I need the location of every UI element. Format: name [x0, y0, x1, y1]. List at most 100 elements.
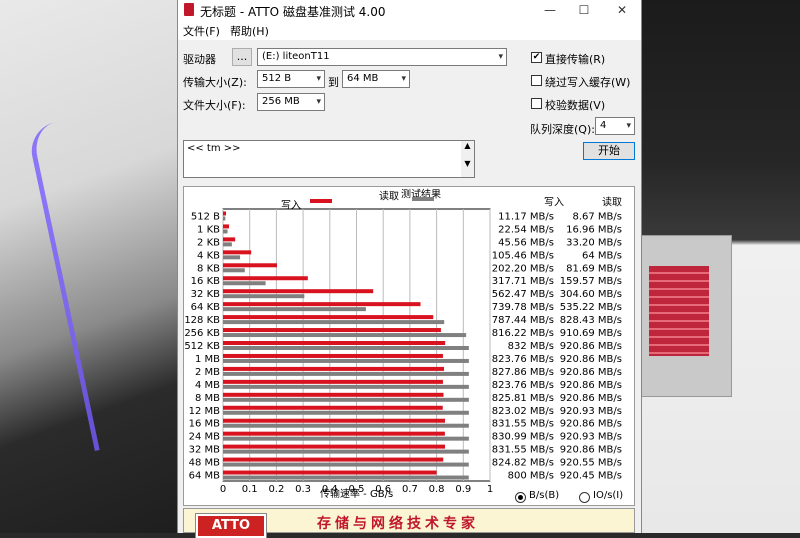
chevron-down-icon: ▾: [401, 74, 406, 84]
start-button[interactable]: 开始: [583, 142, 635, 160]
read-value-label: 920.45 MB/s: [560, 471, 622, 482]
read-value-label: 64 MB/s: [582, 250, 622, 261]
column-header-read: 读取: [602, 195, 622, 208]
unit-io-radio[interactable]: [579, 492, 590, 503]
transfer-to-value: 64 MB: [347, 73, 379, 84]
x-tick-label: 0.7: [402, 484, 418, 495]
write-bar: [223, 457, 444, 462]
category-label: 512 KB: [184, 341, 220, 352]
maximize-icon[interactable]: ☐: [569, 2, 599, 18]
category-label: 24 MB: [189, 432, 221, 443]
atto-slogan: 存储与网络技术专家: [317, 516, 479, 532]
queue-depth-label: 队列深度(Q):: [530, 123, 595, 136]
write-bar: [223, 405, 443, 410]
write-value-label: 800 MB/s: [508, 471, 554, 482]
drive-label: 驱动器: [183, 53, 216, 66]
read-bar: [223, 255, 241, 260]
read-bar: [223, 397, 469, 402]
app-icon: [184, 3, 194, 16]
notes-scrollbar[interactable]: ▲ ▼: [461, 141, 474, 177]
category-label: 64 MB: [189, 471, 221, 482]
close-icon[interactable]: ✕: [607, 2, 637, 18]
unit-bs-radio[interactable]: [515, 492, 526, 503]
transfer-to-select[interactable]: 64 MB ▾: [342, 70, 410, 88]
write-bar: [223, 211, 226, 216]
read-value-label: 33.20 MB/s: [566, 237, 622, 248]
menu-file[interactable]: 文件(F): [183, 23, 220, 39]
read-bar: [223, 371, 469, 376]
direct-io-checkbox[interactable]: ✔: [531, 52, 542, 63]
verify-label: 校验数据(V): [545, 99, 606, 112]
category-label: 256 KB: [184, 328, 220, 339]
menu-bar: 文件(F) 帮助(H): [178, 20, 641, 40]
read-bar: [223, 333, 467, 338]
write-bar: [223, 237, 236, 242]
read-bar: [223, 216, 226, 221]
read-value-label: 920.55 MB/s: [560, 458, 622, 469]
chevron-down-icon: ▾: [498, 52, 503, 62]
read-bar: [223, 281, 266, 286]
notes-textarea[interactable]: << tm >> ▲ ▼: [183, 140, 475, 178]
minimize-icon[interactable]: —: [535, 2, 565, 18]
write-bar: [223, 366, 445, 371]
drive-select[interactable]: (E:) liteonT11 ▾: [257, 48, 507, 66]
write-bar: [223, 431, 445, 436]
write-value-label: 825.81 MB/s: [492, 393, 554, 404]
chevron-down-icon: ▾: [316, 97, 321, 107]
write-value-label: 45.56 MB/s: [498, 237, 554, 248]
queue-depth-select[interactable]: 4 ▾: [595, 117, 635, 135]
category-label: 512 B: [191, 211, 220, 222]
read-value-label: 920.86 MB/s: [560, 393, 622, 404]
write-bar: [223, 263, 277, 268]
unit-io-label: IO/s(I): [593, 490, 624, 501]
write-value-label: 830.99 MB/s: [492, 432, 554, 443]
read-value-label: 920.93 MB/s: [560, 432, 622, 443]
unit-bs-label: B/s(B): [529, 490, 560, 501]
drive-browse-button[interactable]: ...: [232, 48, 252, 66]
read-value-label: 920.86 MB/s: [560, 354, 622, 365]
read-bar: [223, 462, 469, 467]
write-bar: [223, 418, 446, 423]
category-label: 48 MB: [189, 458, 221, 469]
legend-write-swatch: [310, 199, 332, 203]
write-value-label: 22.54 MB/s: [498, 224, 554, 235]
transfer-size-label: 传输大小(Z):: [183, 76, 247, 89]
category-label: 8 MB: [195, 393, 220, 404]
write-value-label: 831.55 MB/s: [492, 445, 554, 456]
read-value-label: 81.69 MB/s: [566, 263, 622, 274]
transfer-from-select[interactable]: 512 B ▾: [257, 70, 325, 88]
write-bar: [223, 353, 443, 358]
write-value-label: 823.02 MB/s: [492, 406, 554, 417]
read-bar: [223, 384, 469, 389]
queue-depth-value: 4: [600, 120, 607, 131]
x-tick-label: 0.3: [295, 484, 311, 495]
file-size-select[interactable]: 256 MB ▾: [257, 93, 325, 111]
chevron-down-icon: ▾: [626, 121, 631, 131]
read-value-label: 828.43 MB/s: [560, 315, 622, 326]
read-value-label: 920.86 MB/s: [560, 419, 622, 430]
category-label: 2 KB: [197, 237, 220, 248]
write-bar: [223, 250, 252, 255]
read-value-label: 16.96 MB/s: [566, 224, 622, 235]
window-title: 无标题 - ATTO 磁盘基准测试 4.00: [200, 5, 386, 19]
bypass-cache-checkbox[interactable]: [531, 75, 542, 86]
read-bar: [223, 358, 469, 363]
write-value-label: 831.55 MB/s: [492, 419, 554, 430]
write-value-label: 562.47 MB/s: [492, 289, 554, 300]
write-bar: [223, 444, 446, 449]
read-bar: [223, 410, 469, 415]
read-value-label: 920.86 MB/s: [560, 367, 622, 378]
write-bar: [223, 328, 441, 333]
write-value-label: 202.20 MB/s: [492, 263, 554, 274]
read-bar: [223, 294, 305, 299]
notes-text: << tm >>: [187, 143, 241, 154]
write-value-label: 827.86 MB/s: [492, 367, 554, 378]
write-bar: [223, 341, 446, 345]
write-value-label: 823.76 MB/s: [492, 380, 554, 391]
read-value-label: 8.67 MB/s: [572, 211, 622, 222]
write-bar: [223, 470, 437, 475]
category-label: 4 MB: [195, 380, 220, 391]
verify-checkbox[interactable]: [531, 98, 542, 109]
menu-help[interactable]: 帮助(H): [230, 23, 269, 39]
write-value-label: 832 MB/s: [508, 341, 554, 352]
